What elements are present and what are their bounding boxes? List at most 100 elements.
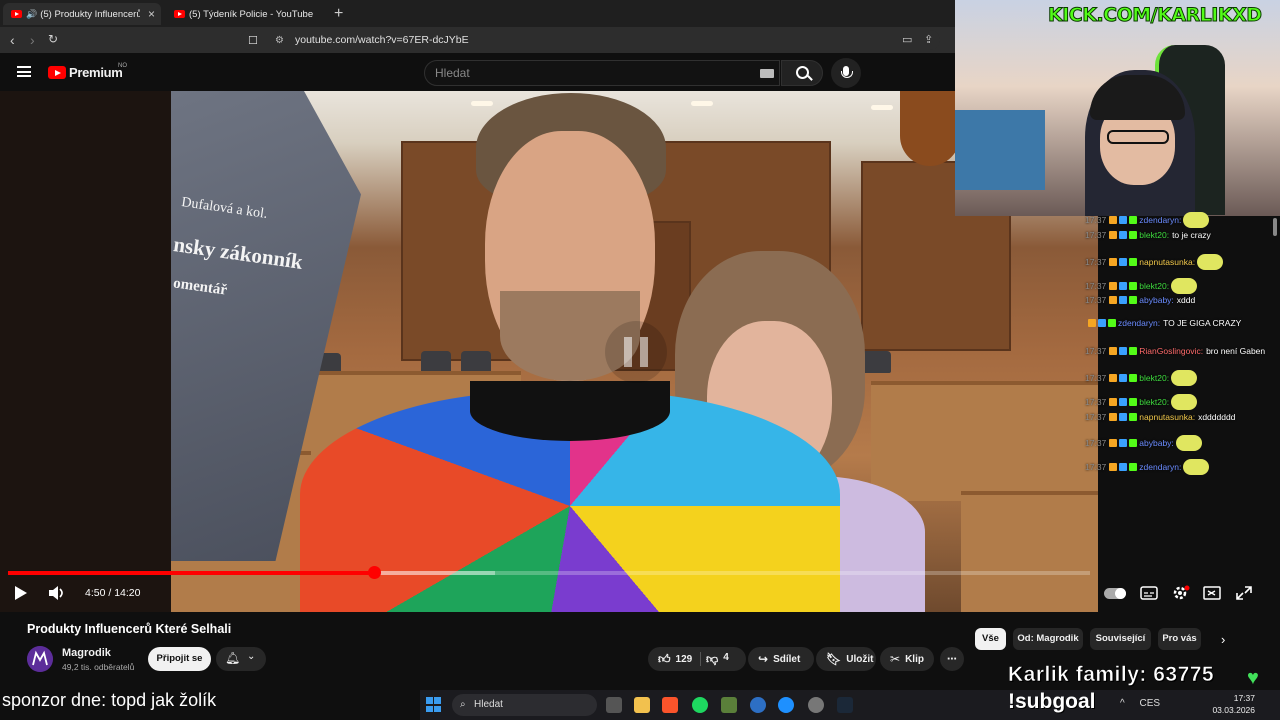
subtitles-icon[interactable] bbox=[1140, 585, 1158, 601]
sponsor-ticker: sponzor dne: topd jak žolík bbox=[2, 690, 217, 710]
search-button[interactable] bbox=[781, 60, 823, 86]
tab-youtube-video[interactable]: 🔊 (5) Produkty Influencerů Které... × bbox=[3, 3, 161, 25]
volume-icon[interactable] bbox=[48, 586, 66, 600]
site-info-icon[interactable]: ⚙ bbox=[275, 35, 284, 46]
chat-username[interactable]: blekt20: bbox=[1139, 397, 1169, 407]
obs-icon[interactable] bbox=[808, 697, 824, 713]
notification-bell-button[interactable]: 🔔︎ ⌄ bbox=[216, 647, 266, 671]
time-display: 4:50 / 14:20 bbox=[85, 587, 141, 599]
chip-for-you[interactable]: Pro vás bbox=[1158, 628, 1201, 650]
progress-bar[interactable] bbox=[8, 566, 1090, 579]
chat-badge-icon bbox=[1109, 374, 1118, 382]
chat-username[interactable]: blekt20: bbox=[1139, 281, 1169, 291]
chat-badge-icon bbox=[1119, 439, 1128, 447]
keyboard-icon[interactable] bbox=[760, 69, 774, 78]
windows-start-icon[interactable] bbox=[426, 697, 441, 712]
more-actions-button[interactable]: ⋯ bbox=[940, 647, 964, 671]
menu-icon[interactable] bbox=[17, 66, 31, 77]
fullscreen-icon[interactable] bbox=[1235, 585, 1253, 601]
share-button[interactable]: ↪ Sdílet bbox=[748, 647, 814, 671]
url-field[interactable]: ☐ ⚙ youtube.com/watch?v=67ER-dcJYbE bbox=[240, 30, 940, 50]
forward-icon[interactable]: › bbox=[30, 32, 35, 48]
browser-tab-strip: 🔊 (5) Produkty Influencerů Které... × (5… bbox=[0, 0, 955, 27]
reload-icon[interactable]: ↻ bbox=[48, 32, 58, 46]
system-tray[interactable]: ^ CES bbox=[1120, 698, 1160, 709]
cast-icon[interactable]: ▭ bbox=[902, 33, 912, 46]
language-indicator[interactable]: CES bbox=[1139, 698, 1160, 709]
file-explorer-icon[interactable] bbox=[634, 697, 650, 713]
autoplay-toggle[interactable] bbox=[1104, 588, 1126, 599]
system-clock[interactable]: 17:37 03.03.2026 bbox=[1200, 692, 1255, 716]
chat-username[interactable]: abybaby: bbox=[1139, 295, 1174, 305]
chat-badge-icon bbox=[1129, 216, 1138, 224]
chat-username[interactable]: zdendaryn: bbox=[1139, 462, 1181, 472]
chat-emote-icon bbox=[1171, 370, 1198, 386]
channel-name[interactable]: Magrodik bbox=[62, 647, 111, 659]
chat-username[interactable]: napnutasunka: bbox=[1139, 257, 1195, 267]
chat-username[interactable]: abybaby: bbox=[1139, 438, 1174, 448]
share-page-icon[interactable]: ⇪ bbox=[924, 33, 933, 46]
chat-username[interactable]: zdendaryn: bbox=[1118, 318, 1160, 328]
chat-username[interactable]: blekt20: bbox=[1139, 373, 1169, 383]
new-tab-button[interactable]: + bbox=[334, 5, 343, 23]
clip-button[interactable]: ✂ Klip bbox=[880, 647, 934, 671]
chat-badge-icon bbox=[1129, 463, 1138, 471]
play-button[interactable] bbox=[15, 586, 27, 600]
kick-channel-url: KICK.COM/KARLIKXD bbox=[1048, 4, 1263, 27]
save-button[interactable]: 🔖︎ Uložit bbox=[816, 647, 876, 671]
close-tab-icon[interactable]: × bbox=[148, 7, 155, 21]
chat-text: to je crazy bbox=[1172, 230, 1211, 240]
chat-badge-icon bbox=[1109, 439, 1118, 447]
clock-date: 03.03.2026 bbox=[1212, 705, 1255, 715]
tab-tydenik-policie[interactable]: (5) Týdeník Policie - YouTube bbox=[166, 3, 326, 25]
settings-gear-icon[interactable] bbox=[1172, 585, 1190, 601]
chat-username[interactable]: zdendaryn: bbox=[1139, 215, 1181, 225]
video-player[interactable]: Dufalová a kol. nsky zákonník omentář bbox=[0, 91, 1098, 612]
chat-username[interactable]: napnutasunka: bbox=[1139, 412, 1195, 422]
gavel-image bbox=[900, 91, 960, 166]
youtube-brand[interactable]: Premium bbox=[69, 65, 123, 80]
brave-browser-icon[interactable] bbox=[662, 697, 678, 713]
chat-badge-icon bbox=[1129, 398, 1138, 406]
chat-username[interactable]: blekt20: bbox=[1139, 230, 1169, 240]
chat-message: 17:37 RianGoslingovic: bro není Gaben bbox=[1085, 346, 1265, 356]
played-bar bbox=[8, 571, 374, 575]
minecraft-icon[interactable] bbox=[721, 697, 737, 713]
scrubber-handle[interactable] bbox=[367, 566, 381, 579]
chat-badge-icon bbox=[1109, 296, 1118, 304]
share-label: Sdílet bbox=[773, 653, 801, 665]
pause-overlay-icon[interactable] bbox=[605, 321, 667, 383]
voice-search-button[interactable] bbox=[831, 58, 861, 88]
back-icon[interactable]: ‹ bbox=[10, 32, 15, 48]
search-input[interactable]: Hledat bbox=[424, 60, 780, 86]
chat-badge-icon bbox=[1129, 413, 1138, 421]
task-view-icon[interactable] bbox=[606, 697, 622, 713]
taskbar-search-label: Hledat bbox=[474, 699, 503, 710]
chevron-up-icon[interactable]: ^ bbox=[1120, 698, 1125, 709]
dislike-button[interactable]: 👎︎ 4 bbox=[706, 652, 729, 667]
channel-avatar[interactable] bbox=[27, 646, 53, 672]
bookmark-icon[interactable]: ☐ bbox=[248, 34, 258, 47]
app-icon[interactable] bbox=[778, 697, 794, 713]
subgoal-command: !subgoal bbox=[1008, 690, 1096, 713]
taskbar-search[interactable]: ⌕ Hledat bbox=[452, 694, 597, 716]
chip-all[interactable]: Vše bbox=[975, 628, 1006, 650]
steam-icon[interactable] bbox=[837, 697, 853, 713]
spotify-icon[interactable] bbox=[692, 697, 708, 713]
chip-related[interactable]: Související bbox=[1090, 628, 1151, 650]
subscriber-count: 49,2 tis. odběratelů bbox=[62, 662, 135, 672]
windows-taskbar: ⌕ Hledat ^ CES 17:37 03.03.2026 bbox=[420, 690, 1280, 720]
youtube-logo-icon[interactable] bbox=[48, 66, 66, 79]
chips-next-icon[interactable]: › bbox=[1221, 632, 1225, 647]
chip-from-channel[interactable]: Od: Magrodik bbox=[1013, 628, 1083, 650]
ccleaner-icon[interactable] bbox=[750, 697, 766, 713]
tab-title: (5) Produkty Influencerů Které... bbox=[40, 8, 141, 20]
clock-time: 17:37 bbox=[1233, 693, 1255, 703]
like-button[interactable]: 👍︎ 129 bbox=[648, 647, 746, 671]
chat-scrollbar[interactable] bbox=[1273, 218, 1277, 236]
like-count: 129 bbox=[675, 653, 693, 665]
miniplayer-icon[interactable] bbox=[1203, 585, 1221, 601]
chat-username[interactable]: RianGoslingovic: bbox=[1139, 346, 1203, 356]
chat-badge-icon bbox=[1088, 319, 1096, 327]
join-button[interactable]: Připojit se bbox=[148, 647, 211, 671]
